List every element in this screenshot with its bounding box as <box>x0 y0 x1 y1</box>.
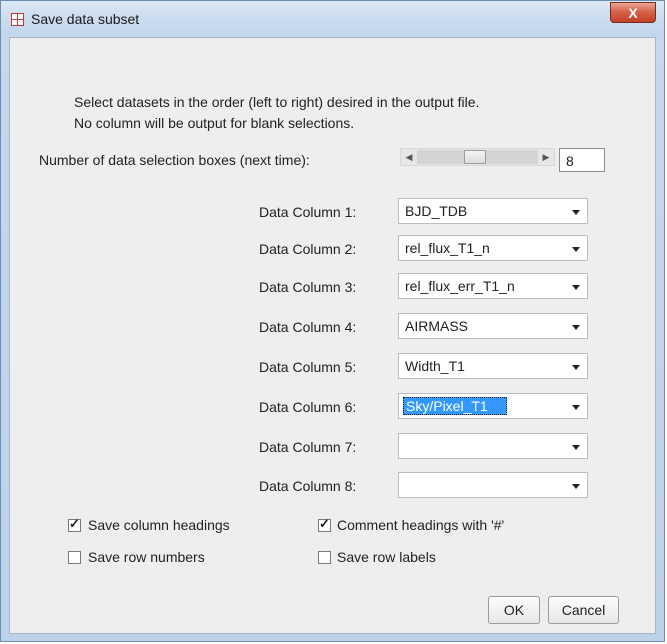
dropdown-arrow-icon[interactable] <box>572 285 580 290</box>
dropdown-arrow-icon[interactable] <box>572 405 580 410</box>
app-icon <box>11 13 24 26</box>
column-7-select[interactable] <box>398 433 588 459</box>
save-headings-checkbox[interactable]: ✓ <box>68 516 81 532</box>
selection-boxes-slider[interactable]: ◀ ▶ <box>400 148 555 166</box>
column-4-value: AIRMASS <box>405 318 469 334</box>
column-2-label: Data Column 2: <box>259 241 357 257</box>
column-1-value: BJD_TDB <box>405 203 468 219</box>
slider-thumb[interactable] <box>464 150 486 164</box>
column-2-select[interactable]: rel_flux_T1_n <box>398 235 588 261</box>
dropdown-arrow-icon[interactable] <box>572 325 580 330</box>
column-5-value: Width_T1 <box>405 358 465 374</box>
column-8-select[interactable] <box>398 472 588 498</box>
window-title: Save data subset <box>31 11 140 27</box>
selection-boxes-input[interactable]: 8 <box>559 148 605 172</box>
column-4-select[interactable]: AIRMASS <box>398 313 588 339</box>
scroll-left-icon[interactable]: ◀ <box>402 149 416 165</box>
save-headings-label[interactable]: Save column headings <box>88 517 230 533</box>
save-row-numbers-checkbox[interactable] <box>68 551 81 564</box>
comment-headings-checkbox[interactable]: ✓ <box>318 516 331 532</box>
dropdown-arrow-icon[interactable] <box>572 247 580 252</box>
selection-boxes-label: Number of data selection boxes (next tim… <box>39 152 310 168</box>
column-4-label: Data Column 4: <box>259 319 357 335</box>
instruction-line-1: Select datasets in the order (left to ri… <box>74 94 480 110</box>
dropdown-arrow-icon[interactable] <box>572 365 580 370</box>
save-row-labels-checkbox[interactable] <box>318 551 331 564</box>
column-3-select[interactable]: rel_flux_err_T1_n <box>398 273 588 299</box>
column-3-value: rel_flux_err_T1_n <box>405 278 515 294</box>
dropdown-arrow-icon[interactable] <box>572 445 580 450</box>
column-5-select[interactable]: Width_T1 <box>398 353 588 379</box>
checkmark-icon: ✓ <box>69 516 80 531</box>
column-1-label: Data Column 1: <box>259 204 357 220</box>
column-3-label: Data Column 3: <box>259 279 357 295</box>
checkmark-icon: ✓ <box>319 516 330 531</box>
instruction-line-2: No column will be output for blank selec… <box>74 115 355 131</box>
close-button[interactable]: X <box>610 2 656 23</box>
title-bar[interactable]: Save data subset X <box>1 1 664 37</box>
comment-headings-label[interactable]: Comment headings with '#' <box>337 517 504 533</box>
column-6-value: Sky/Pixel_T1 <box>403 397 507 415</box>
column-6-select[interactable]: Sky/Pixel_T1 <box>398 393 588 419</box>
ok-button[interactable]: OK <box>488 596 540 624</box>
column-2-value: rel_flux_T1_n <box>405 240 490 256</box>
dropdown-arrow-icon[interactable] <box>572 210 580 215</box>
column-5-label: Data Column 5: <box>259 359 357 375</box>
cancel-button[interactable]: Cancel <box>548 596 619 624</box>
dropdown-arrow-icon[interactable] <box>572 484 580 489</box>
scroll-right-icon[interactable]: ▶ <box>539 149 553 165</box>
column-6-label: Data Column 6: <box>259 399 357 415</box>
column-1-select[interactable]: BJD_TDB <box>398 198 588 224</box>
column-7-label: Data Column 7: <box>259 439 357 455</box>
save-row-numbers-label[interactable]: Save row numbers <box>88 549 205 565</box>
dialog-body: Select datasets in the order (left to ri… <box>9 37 656 634</box>
column-8-label: Data Column 8: <box>259 478 357 494</box>
save-row-labels-label[interactable]: Save row labels <box>337 549 436 565</box>
save-data-subset-dialog: Save data subset X Select datasets in th… <box>0 0 665 642</box>
